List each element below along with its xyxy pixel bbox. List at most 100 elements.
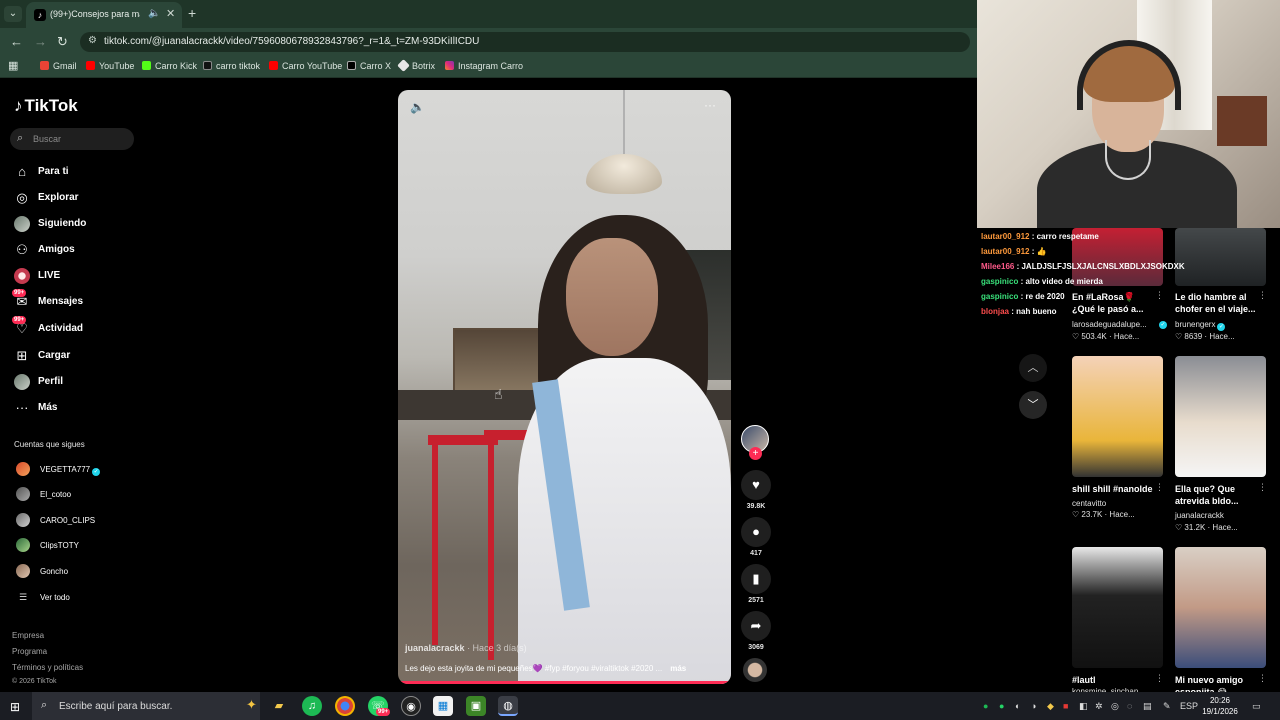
card-more-icon[interactable]: ⋮ [1258,482,1267,493]
tray-gear-icon[interactable]: ✲ [1095,701,1103,712]
search-input[interactable]: ⌕ Buscar [10,128,134,150]
notification-icon[interactable]: ▭ [1252,701,1261,712]
tray-app-icon[interactable]: ◎ [1111,701,1119,712]
card-more-icon[interactable]: ⋮ [1258,673,1267,684]
speaker-icon[interactable]: 🔈 [148,8,160,19]
previous-video-button[interactable]: ︿ [1019,354,1047,382]
video-thumbnail[interactable] [1072,356,1163,477]
video-card-title[interactable]: Mi nuevo amigo esponjita 😂 [1175,674,1261,692]
active-tab[interactable]: ♪ (99+)Consejos para manej... 🔈 ✕ [26,2,182,28]
comment-button[interactable]: ● 417 [741,517,771,557]
obs-icon[interactable]: ◉ [401,696,421,716]
site-info-icon[interactable]: ⚙ [88,35,97,46]
card-more-icon[interactable]: ⋮ [1258,290,1267,301]
video-card-title[interactable]: shill shill #nanolde [1072,483,1158,495]
system-clock[interactable]: 20:26 19/1/2026 [1200,695,1240,717]
following-account[interactable]: Goncho [16,564,146,578]
chrome-icon[interactable] [335,696,355,716]
store-icon[interactable]: ▦ [433,696,453,716]
close-tab-icon[interactable]: ✕ [166,7,175,20]
address-bar[interactable]: ⚙ tiktok.com/@juanalacrackk/video/759608… [80,32,970,52]
card-more-icon[interactable]: ⋮ [1155,673,1164,684]
nav-siguiendo[interactable]: Siguiendo [14,216,144,234]
tray-app-icon[interactable]: ◐ [1015,701,1020,711]
nav-perfil[interactable]: Perfil [14,374,144,392]
minecraft-icon[interactable]: ▣ [466,696,486,716]
nav-cargar[interactable]: ⊞ Cargar [14,348,144,366]
video-card-user[interactable]: centavitto [1072,499,1106,508]
tray-app-icon[interactable]: ◧ [1079,701,1088,712]
follow-plus-icon[interactable]: + [749,447,762,460]
nav-mensajes[interactable]: ✉ 99+ Mensajes [12,289,144,312]
nav-actividad[interactable]: ♡ 99+ Actividad [12,316,144,339]
back-arrow-icon[interactable]: ← [10,34,23,49]
file-explorer-icon[interactable]: ▰ [269,696,289,716]
next-video-button[interactable]: ﹀ [1019,391,1047,419]
card-more-icon[interactable]: ⋮ [1155,482,1164,493]
windows-start-icon[interactable]: ⊞ [10,700,20,714]
bookmark-carro-x[interactable]: Carro X [347,61,391,71]
pen-icon[interactable]: ✎ [1163,701,1171,712]
spotify-icon[interactable]: ♫ [302,696,322,716]
mute-icon[interactable]: 🔈 [410,100,425,114]
nav-mas[interactable]: ··· Más [14,400,144,418]
caption-more-link[interactable]: más [670,664,686,673]
bookmark-carro-youtube[interactable]: Carro YouTube [269,61,342,71]
video-progress-bar[interactable] [398,681,731,684]
video-caption-text: Les dejo esta joyita de mi pequeñes💜 #fy… [405,664,663,673]
video-thumbnail[interactable] [1072,547,1163,668]
tab-search-button[interactable]: ⌄ [4,6,22,22]
bookmark-gmail[interactable]: Gmail [40,61,77,71]
see-all-link[interactable]: ☰ Ver todo [16,590,146,604]
nav-amigos[interactable]: ⚇ Amigos [14,242,144,260]
taskbar-search[interactable]: ⌕ Escribe aquí para buscar. ✦ [32,692,260,720]
bookmark-carro-tiktok[interactable]: carro tiktok [203,61,260,71]
bookmark-botrix[interactable]: Botrix [397,59,435,72]
video-author[interactable]: juanalacrackk · Hace 3 día(s) [405,643,527,653]
video-thumbnail[interactable] [1175,228,1266,286]
language-indicator[interactable]: ESP [1180,701,1198,711]
tray-app-icon[interactable]: ■ [1063,701,1068,711]
video-card-title[interactable]: Le dio hambre al chofer en el viaje... [1175,291,1261,315]
footer-link-terminos[interactable]: Términos y políticas [12,663,83,672]
sound-disc-icon[interactable] [743,658,767,682]
video-card-user[interactable]: brunengerx ✓ [1175,320,1275,331]
nav-explorar[interactable]: ◎ Explorar [14,190,144,208]
apps-grid-icon[interactable]: ▦ [8,59,18,72]
bookmark-youtube[interactable]: YouTube [86,61,134,71]
following-account[interactable]: ClipsTOTY [16,538,146,552]
video-thumbnail[interactable] [1175,356,1266,477]
save-button[interactable]: ▮ 2571 [741,564,771,604]
whatsapp-icon[interactable]: ☏ 99+ [368,696,391,716]
chrome-active-icon[interactable]: ◍ [498,696,518,716]
reload-icon[interactable]: ↻ [57,34,68,50]
video-card-user[interactable]: juanalacrackk [1175,511,1224,520]
following-account[interactable]: VEGETTA777 ✓ [16,462,146,476]
tiktok-logo[interactable]: ♪ TikTok [14,96,78,116]
footer-link-empresa[interactable]: Empresa [12,631,44,640]
copilot-sparkle-icon[interactable]: ✦ [246,697,257,713]
network-icon[interactable]: ▤ [1143,701,1152,712]
tray-spotify-icon[interactable]: ● [983,701,988,711]
nav-live[interactable]: LIVE [14,268,144,286]
tray-whatsapp-icon[interactable]: ● [999,701,1004,711]
new-tab-button[interactable]: + [188,5,196,21]
following-account[interactable]: CARO0_CLIPS [16,513,146,527]
video-card-title[interactable]: #lautl [1072,674,1158,686]
tray-shield-icon[interactable]: ◆ [1047,701,1054,712]
bookmark-carro-kick[interactable]: Carro Kick [142,61,197,71]
share-button[interactable]: ➦ 3069 [741,611,771,651]
bookmark-instagram-carro[interactable]: Instagram Carro [445,61,523,71]
nav-para-ti[interactable]: ⌂ Para ti [14,164,144,182]
video-player[interactable]: 🔈 ··· juanalacrackk · Hace 3 día(s) Les … [398,90,731,684]
more-options-icon[interactable]: ··· [704,98,716,112]
following-account[interactable]: El_cotoo [16,487,146,501]
tray-app-icon[interactable]: ◌ [1127,701,1132,711]
video-card-title[interactable]: Ella que? Que atrevida bldo... [1175,483,1261,507]
footer-link-programa[interactable]: Programa [12,647,47,656]
tray-discord-icon[interactable]: ◑ [1031,701,1036,711]
like-button[interactable]: ♥ 39.8K [741,470,771,510]
forward-arrow-icon[interactable]: → [34,34,47,49]
video-thumbnail[interactable] [1175,547,1266,668]
chat-user: blonjaa [981,307,1010,316]
